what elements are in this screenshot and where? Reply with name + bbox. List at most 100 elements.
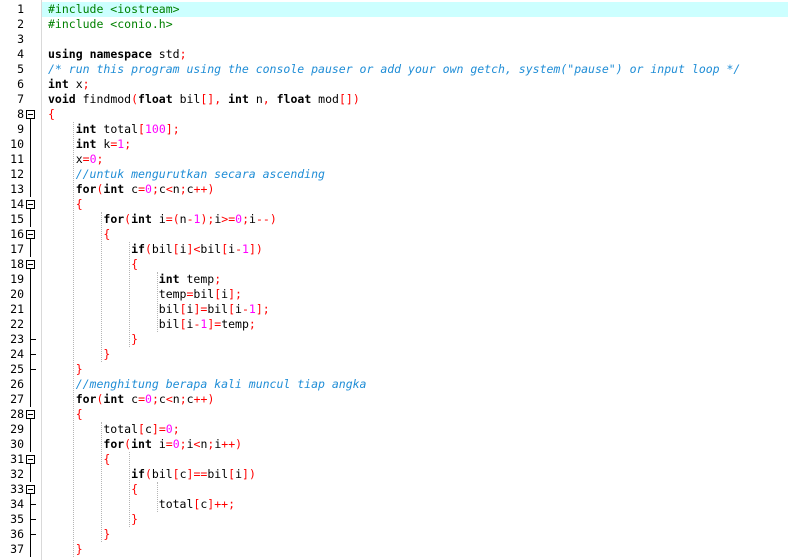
code-line[interactable]: bil[i]=bil[i-1]; xyxy=(42,302,788,317)
code-line-text: total[c]++; xyxy=(48,497,236,511)
code-line[interactable]: x=0; xyxy=(42,152,788,167)
code-line[interactable]: int total[100]; xyxy=(42,122,788,137)
code-line[interactable]: //untuk mengurutkan secara ascending xyxy=(42,167,788,182)
code-line-text: { xyxy=(75,197,83,211)
fold-collapse-icon[interactable] xyxy=(26,485,35,494)
fold-line xyxy=(30,272,31,287)
code-line[interactable]: { xyxy=(42,197,788,212)
line-number: 26 xyxy=(10,377,24,391)
code-line[interactable]: if(bil[c]==bil[i]) xyxy=(42,467,788,482)
fold-line xyxy=(30,167,31,182)
code-line[interactable]: /* run this program using the console pa… xyxy=(42,62,788,77)
code-line[interactable]: bil[i-1]=temp; xyxy=(42,317,788,332)
indent-guide xyxy=(157,272,158,332)
line-number: 30 xyxy=(10,437,24,451)
code-line-text: if(bil[i]<bil[i-1]) xyxy=(131,242,263,256)
fold-line xyxy=(30,182,31,197)
code-line[interactable]: temp=bil[i]; xyxy=(42,287,788,302)
code-line[interactable]: } xyxy=(42,347,788,362)
code-line[interactable]: } xyxy=(42,512,788,527)
code-line-text: for(int i=(n-1);i>=0;i--) xyxy=(103,212,277,226)
fold-collapse-icon[interactable] xyxy=(26,410,35,419)
code-editor[interactable]: 1 2 3 4 5 6 7 8 9 10 11 12 13 14 15 16 17 18 19 20 21 22 23 24 2… xyxy=(0,0,788,560)
code-line[interactable]: { xyxy=(42,227,788,242)
line-number: 36 xyxy=(10,527,24,541)
code-line-text: } xyxy=(131,512,139,526)
line-number: 34 xyxy=(10,497,24,511)
fold-collapse-icon[interactable] xyxy=(26,110,35,119)
code-line[interactable]: using namespace std; xyxy=(42,47,788,62)
fold-line xyxy=(30,287,31,302)
fold-line xyxy=(30,152,31,167)
code-line-text: } xyxy=(131,332,139,346)
code-line-text: int total[100]; xyxy=(75,122,180,136)
line-number: 25 xyxy=(10,362,24,376)
fold-line xyxy=(30,422,31,437)
code-line-text: if(bil[c]==bil[i]) xyxy=(131,467,256,481)
indent-guide xyxy=(73,122,74,557)
code-line[interactable]: void findmod(float bil[], int n, float m… xyxy=(42,92,788,107)
code-line-text: for(int i=0;i<n;i++) xyxy=(103,437,243,451)
code-line-text: #include <conio.h> xyxy=(48,17,173,31)
code-line[interactable]: int x; xyxy=(42,77,788,92)
code-line-text: /* run this program using the console pa… xyxy=(48,62,741,76)
code-line[interactable]: for(int c=0;c<n;c++) xyxy=(42,392,788,407)
indent-guide xyxy=(129,242,130,347)
code-line[interactable]: } xyxy=(42,542,788,557)
code-line[interactable]: int temp; xyxy=(42,272,788,287)
fold-end-marker xyxy=(30,339,36,340)
code-line[interactable]: #include <conio.h> xyxy=(42,17,788,32)
fold-end-marker xyxy=(30,534,36,535)
line-number: 19 xyxy=(10,272,24,286)
line-number: 28 xyxy=(10,407,24,421)
code-area[interactable]: #include <iostream> #include <conio.h> usi… xyxy=(42,0,788,560)
fold-end-marker xyxy=(30,354,36,355)
code-line[interactable]: { xyxy=(42,407,788,422)
line-number: 32 xyxy=(10,467,24,481)
line-number: 5 xyxy=(17,62,24,76)
code-line[interactable]: } xyxy=(42,332,788,347)
fold-collapse-icon[interactable] xyxy=(26,230,35,239)
line-number: 1 xyxy=(17,2,24,16)
current-code-line[interactable]: #include <iostream> xyxy=(42,2,788,17)
line-number: 14 xyxy=(10,197,24,211)
code-line[interactable]: total[c]=0; xyxy=(42,422,788,437)
fold-line xyxy=(30,302,31,317)
code-line[interactable]: for(int c=0;c<n;c++) xyxy=(42,182,788,197)
code-line[interactable]: { xyxy=(42,482,788,497)
code-line-text: //menghitung berapa kali muncul tiap ang… xyxy=(48,377,367,391)
code-line-text: { xyxy=(48,107,55,121)
fold-collapse-icon[interactable] xyxy=(26,260,35,269)
code-line-text: } xyxy=(75,362,83,376)
fold-line xyxy=(30,212,31,227)
code-line[interactable]: if(bil[i]<bil[i-1]) xyxy=(42,242,788,257)
line-number: 29 xyxy=(10,422,24,436)
code-line[interactable]: int k=1; xyxy=(42,137,788,152)
code-line-text: { xyxy=(75,407,83,421)
code-line[interactable] xyxy=(42,32,788,47)
fold-line xyxy=(30,467,31,482)
code-line[interactable]: { xyxy=(42,452,788,467)
indent-guide xyxy=(129,452,130,527)
code-line[interactable]: //menghitung berapa kali muncul tiap ang… xyxy=(42,377,788,392)
line-number: 31 xyxy=(10,452,24,466)
fold-collapse-icon[interactable] xyxy=(26,455,35,464)
line-number: 13 xyxy=(10,182,24,196)
line-number: 16 xyxy=(10,227,24,241)
code-line[interactable]: { xyxy=(42,257,788,272)
line-number: 17 xyxy=(10,242,24,256)
code-line[interactable]: } xyxy=(42,362,788,377)
code-line[interactable]: } xyxy=(42,527,788,542)
fold-line xyxy=(30,137,31,152)
code-line[interactable]: total[c]++; xyxy=(42,497,788,512)
indent-guide xyxy=(101,212,102,362)
code-line[interactable]: for(int i=(n-1);i>=0;i--) xyxy=(42,212,788,227)
line-number: 7 xyxy=(17,92,24,106)
line-number: 18 xyxy=(10,257,24,271)
code-line-text: total[c]=0; xyxy=(48,422,180,436)
fold-collapse-icon[interactable] xyxy=(26,200,35,209)
fold-end-marker xyxy=(30,504,36,505)
code-line[interactable]: { xyxy=(42,107,788,122)
code-line[interactable]: for(int i=0;i<n;i++) xyxy=(42,437,788,452)
line-number: 24 xyxy=(10,347,24,361)
